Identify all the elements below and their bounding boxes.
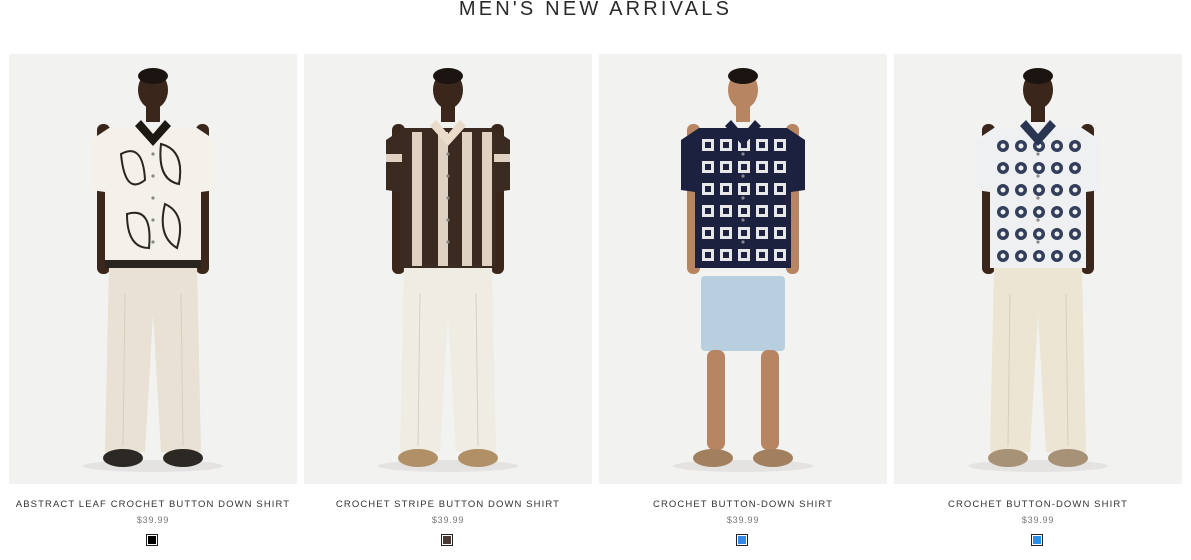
product-card[interactable]: CROCHET BUTTON-DOWN SHIRT $39.99 [894, 54, 1182, 560]
product-name[interactable]: CROCHET BUTTON-DOWN SHIRT [599, 499, 887, 510]
product-image[interactable] [894, 54, 1182, 484]
product-card[interactable]: CROCHET BUTTON-DOWN SHIRT $39.99 [599, 54, 887, 560]
model-illustration [968, 68, 1108, 472]
swatch-fill [443, 536, 451, 544]
color-swatch[interactable] [146, 534, 158, 546]
product-card[interactable]: ABSTRACT LEAF CROCHET BUTTON DOWN SHIRT … [9, 54, 297, 560]
product-image[interactable] [304, 54, 592, 484]
color-swatch[interactable] [736, 534, 748, 546]
swatch-fill [148, 536, 156, 544]
product-name[interactable]: CROCHET BUTTON-DOWN SHIRT [894, 499, 1182, 510]
swatch-fill [1033, 536, 1041, 544]
product-price: $39.99 [431, 515, 465, 525]
swatch-fill [738, 536, 746, 544]
product-price: $39.99 [1021, 515, 1055, 525]
page-title: MEN'S NEW ARRIVALS [458, 0, 733, 20]
product-name[interactable]: CROCHET STRIPE BUTTON DOWN SHIRT [304, 499, 592, 510]
product-price: $39.99 [136, 515, 170, 525]
product-grid: ABSTRACT LEAF CROCHET BUTTON DOWN SHIRT … [9, 54, 1182, 560]
product-image[interactable] [9, 54, 297, 484]
product-card[interactable]: CROCHET STRIPE BUTTON DOWN SHIRT $39.99 [304, 54, 592, 560]
color-swatch[interactable] [1031, 534, 1043, 546]
product-price: $39.99 [726, 515, 760, 525]
model-illustration [673, 68, 813, 472]
model-illustration [83, 68, 223, 472]
color-swatch[interactable] [441, 534, 453, 546]
product-name[interactable]: ABSTRACT LEAF CROCHET BUTTON DOWN SHIRT [9, 499, 297, 510]
model-illustration [378, 68, 518, 472]
product-image[interactable] [599, 54, 887, 484]
